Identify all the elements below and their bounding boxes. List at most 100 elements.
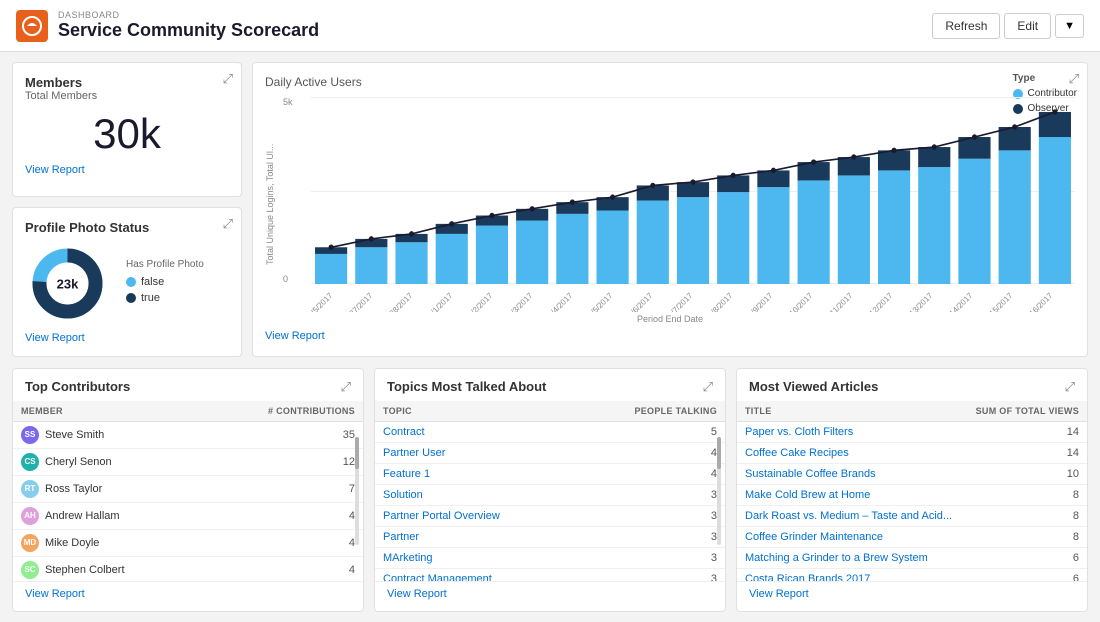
members-view-report[interactable]: View Report [25,164,229,176]
articles-view-report[interactable]: View Report [749,588,1075,600]
people-count: 3 [576,505,725,526]
article-cell: Coffee Grinder Maintenance [737,526,965,547]
article-cell: Paper vs. Cloth Filters [737,421,965,442]
table-row: AH Andrew Hallam 4 [13,502,363,529]
topic-link[interactable]: Partner User [383,447,445,459]
people-count: 3 [576,484,725,505]
svg-text:3/5/2017: 3/5/2017 [586,291,615,312]
article-link[interactable]: Coffee Grinder Maintenance [745,531,883,543]
legend-item-true: true [126,292,204,304]
views-count: 8 [965,505,1087,526]
topic-cell: Partner User [375,442,576,463]
articles-header: Most Viewed Articles ⤢ [737,369,1087,401]
table-row: MArketing 3 [375,547,725,568]
article-link[interactable]: Costa Rican Brands 2017 [745,573,870,581]
x-axis-label: Period End Date [265,314,1075,324]
legend-dot-true [126,293,136,303]
dropdown-button[interactable]: ▼ [1055,14,1084,38]
svg-text:3/1/2017: 3/1/2017 [426,291,455,312]
profile-view-report[interactable]: View Report [25,332,229,344]
svg-text:2/28/2017: 2/28/2017 [383,291,415,312]
top-contributors-card: Top Contributors ⤢ MEMBER # CONTRIBUTION… [12,368,364,613]
members-card: Members ⤢ Total Members 30k View Report [12,62,242,197]
article-link[interactable]: Make Cold Brew at Home [745,489,870,501]
topics-header: Topics Most Talked About ⤢ [375,369,725,401]
chart-view-report[interactable]: View Report [265,330,1075,342]
articles-card: Most Viewed Articles ⤢ TITLE SUM OF TOTA… [736,368,1088,613]
topic-link[interactable]: MArketing [383,552,433,564]
topics-scroll-bar[interactable] [717,437,721,545]
contributors-footer: View Report [13,581,363,606]
member-cell: CS Cheryl Senon [13,448,201,475]
table-row: Solution 3 [375,484,725,505]
member-cell: RT Ross Taylor [13,475,201,502]
col-topic: TOPIC [375,401,576,422]
article-cell: Dark Roast vs. Medium – Taste and Acid..… [737,505,965,526]
table-row: SS Steve Smith 35 [13,421,363,448]
table-row: Paper vs. Cloth Filters 14 [737,421,1087,442]
expand-articles[interactable]: ⤢ [1065,379,1075,395]
table-row: Dark Roast vs. Medium – Taste and Acid..… [737,505,1087,526]
table-row: Feature 1 4 [375,463,725,484]
expand-icon[interactable]: ⤢ [223,71,233,87]
expand-contributors[interactable]: ⤢ [341,379,351,395]
expand-icon-profile[interactable]: ⤢ [223,216,233,232]
contribution-count: 4 [201,502,363,529]
members-subtitle: Total Members [25,90,229,102]
col-contributions: # CONTRIBUTIONS [201,401,363,422]
table-row: Coffee Grinder Maintenance 8 [737,526,1087,547]
people-count: 4 [576,442,725,463]
topic-link[interactable]: Contract Management [383,573,492,581]
articles-title: Most Viewed Articles [749,379,878,394]
svg-text:2/27/2017: 2/27/2017 [343,291,375,312]
views-count: 6 [965,547,1087,568]
people-count: 3 [576,568,725,581]
donut-chart: 23k [25,241,110,326]
refresh-button[interactable]: Refresh [932,13,1000,39]
people-count: 4 [576,463,725,484]
topics-card: Topics Most Talked About ⤢ TOPIC PEOPLE … [374,368,726,613]
page-title: Service Community Scorecard [58,20,319,41]
table-row: RT Ross Taylor 7 [13,475,363,502]
table-row: Make Cold Brew at Home 8 [737,484,1087,505]
contributors-view-report[interactable]: View Report [25,588,351,600]
topic-cell: Solution [375,484,576,505]
article-cell: Coffee Cake Recipes [737,442,965,463]
svg-text:2/25/2017: 2/25/2017 [311,291,335,312]
topics-view-report[interactable]: View Report [387,588,713,600]
contributors-table: MEMBER # CONTRIBUTIONS SS Steve Smith 35… [13,401,363,581]
legend-label-true: true [141,292,160,304]
article-link[interactable]: Paper vs. Cloth Filters [745,426,853,438]
edit-button[interactable]: Edit [1004,13,1051,39]
chart-area: Total Unique Logins, Total Ul... 5k 0 [265,97,1075,312]
topics-title: Topics Most Talked About [387,379,546,394]
topic-link[interactable]: Feature 1 [383,468,430,480]
avatar: RT [21,480,39,498]
profile-photo-card: Profile Photo Status ⤢ 23k [12,207,242,357]
daily-active-users-card: Daily Active Users ⤢ Type Contributor Ob… [252,62,1088,357]
member-name: Cheryl Senon [45,456,112,468]
topics-footer: View Report [375,581,725,606]
topic-link[interactable]: Contract [383,426,425,438]
svg-text:3/14/2017: 3/14/2017 [943,291,975,312]
article-link[interactable]: Dark Roast vs. Medium – Taste and Acid..… [745,510,952,522]
topic-cell: Contract Management [375,568,576,581]
article-link[interactable]: Sustainable Coffee Brands [745,468,876,480]
article-link[interactable]: Coffee Cake Recipes [745,447,849,459]
topic-link[interactable]: Solution [383,489,423,501]
views-count: 14 [965,442,1087,463]
table-row: MD Mike Doyle 4 [13,529,363,556]
member-cell: AH Andrew Hallam [13,502,201,529]
avatar: CS [21,453,39,471]
scroll-bar[interactable] [355,437,359,545]
topic-link[interactable]: Partner [383,531,419,543]
col-member: MEMBER [13,401,201,422]
topic-link[interactable]: Partner Portal Overview [383,510,500,522]
svg-text:3/12/2017: 3/12/2017 [863,291,895,312]
expand-topics[interactable]: ⤢ [703,379,713,395]
views-count: 6 [965,568,1087,581]
member-cell: MD Mike Doyle [13,529,201,556]
views-count: 8 [965,484,1087,505]
main-content: Members ⤢ Total Members 30k View Report … [0,52,1100,622]
article-link[interactable]: Matching a Grinder to a Brew System [745,552,928,564]
